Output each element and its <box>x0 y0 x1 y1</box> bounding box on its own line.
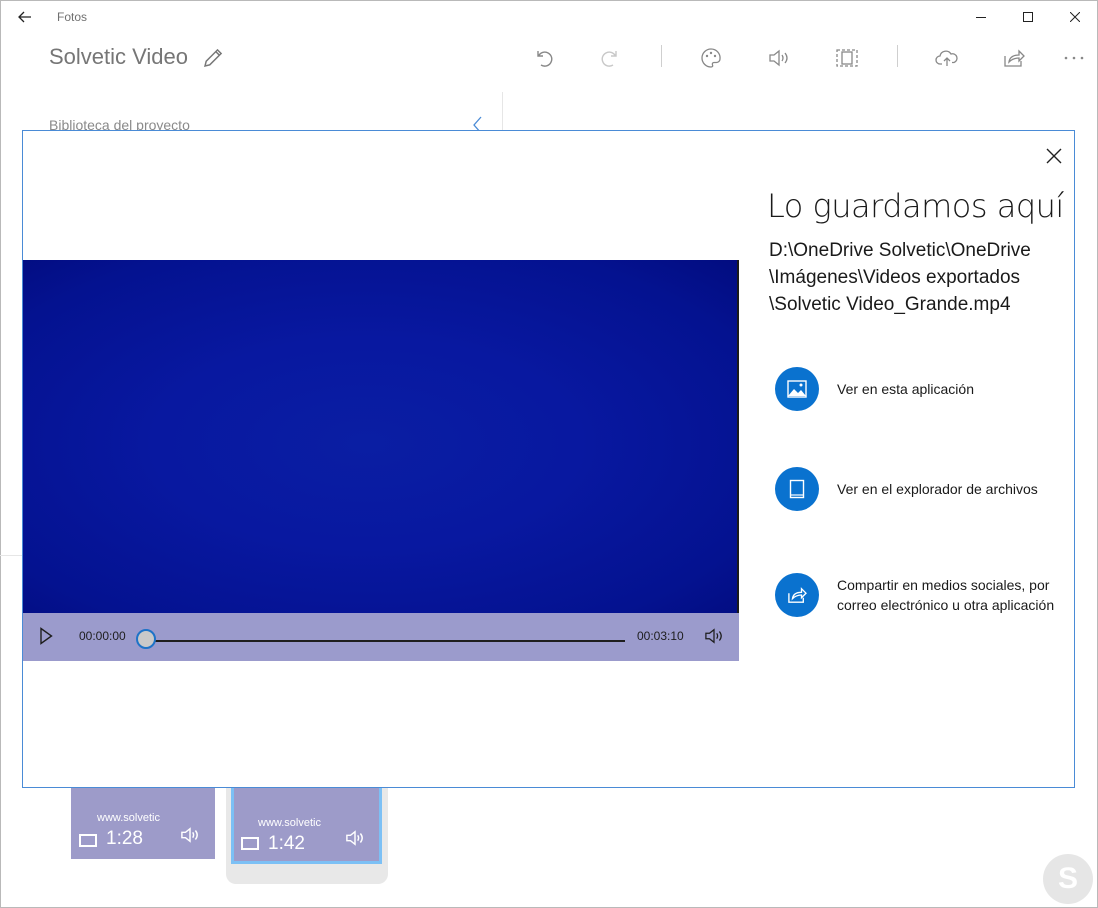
back-arrow-icon <box>18 11 31 23</box>
pencil-icon <box>203 48 223 68</box>
back-button[interactable] <box>12 5 38 29</box>
close-dialog-button[interactable] <box>1041 143 1067 169</box>
rename-button[interactable] <box>201 46 225 70</box>
aspect-ratio-button[interactable] <box>833 44 861 72</box>
toolbar-divider <box>661 45 662 67</box>
view-in-app-action[interactable]: Ver en esta aplicación <box>775 367 1057 411</box>
player-controls: 00:00:00 00:03:10 <box>23 613 739 661</box>
watermark-logo: S <box>1043 854 1093 904</box>
view-in-app-icon-circle <box>775 367 819 411</box>
play-button[interactable] <box>39 627 53 650</box>
cloud-upload-icon <box>935 50 958 66</box>
path-line: \Imágenes\Videos exportados <box>769 267 1021 288</box>
aspect-ratio-icon <box>836 49 858 67</box>
film-icon <box>241 837 259 850</box>
action-label: Ver en esta aplicación <box>837 381 974 397</box>
maximize-icon <box>1023 12 1033 22</box>
thumbnail-url-text: www.solvetic <box>97 812 160 824</box>
speaker-icon <box>705 628 722 644</box>
panel-divider <box>502 92 503 132</box>
share-icon-circle <box>775 573 819 617</box>
share-icon <box>1004 49 1025 67</box>
speaker-icon <box>346 830 363 846</box>
thumbnail-url-text: www.solvetic <box>258 817 321 829</box>
export-button[interactable] <box>933 44 961 72</box>
title-bar: Fotos <box>0 0 1098 34</box>
theme-button[interactable] <box>697 44 725 72</box>
share-button[interactable] <box>1000 44 1028 72</box>
maximize-button[interactable] <box>1005 0 1051 34</box>
total-time: 00:03:10 <box>637 629 684 643</box>
volume-button[interactable] <box>703 627 725 650</box>
view-in-explorer-action[interactable]: Ver en el explorador de archivos <box>775 467 1057 511</box>
clip-duration: 1:42 <box>268 833 305 854</box>
close-window-button[interactable] <box>1052 0 1098 34</box>
video-preview[interactable] <box>23 260 739 613</box>
seek-thumb[interactable] <box>136 629 156 649</box>
play-icon <box>40 627 53 645</box>
file-explorer-icon <box>789 479 805 499</box>
speaker-icon <box>769 49 788 67</box>
dialog-heading: Lo guardamos aquí <box>767 187 1064 225</box>
more-options-button[interactable] <box>1060 44 1088 72</box>
share-icon <box>788 587 807 603</box>
redo-button[interactable] <box>597 44 625 72</box>
undo-icon <box>537 51 553 67</box>
undo-button[interactable] <box>529 44 557 72</box>
current-time: 00:00:00 <box>79 629 126 643</box>
app-name: Fotos <box>57 10 88 24</box>
clip-duration: 1:28 <box>106 828 143 849</box>
audio-button[interactable] <box>765 44 793 72</box>
ellipsis-icon <box>1064 56 1084 60</box>
image-icon <box>787 380 807 398</box>
toolbar-divider <box>897 45 898 67</box>
seek-bar[interactable] <box>147 640 625 642</box>
path-line: \Solvetic Video_Grande.mp4 <box>769 294 1011 315</box>
palette-icon <box>701 48 721 68</box>
redo-icon <box>601 51 617 67</box>
saved-file-path: D:\OneDrive Solvetic\OneDrive \Imágenes\… <box>769 237 1069 318</box>
close-icon <box>1046 148 1062 164</box>
action-label: Ver en el explorador de archivos <box>837 481 1038 497</box>
minimize-icon <box>976 17 986 18</box>
video-edge <box>737 260 739 660</box>
path-line: D:\OneDrive Solvetic\OneDrive <box>769 240 1031 261</box>
film-icon <box>79 834 97 847</box>
share-action[interactable]: Compartir en medios sociales, por correo… <box>775 573 1057 617</box>
action-label: Compartir en medios sociales, por correo… <box>837 577 1055 613</box>
speaker-icon <box>181 827 198 843</box>
export-complete-dialog: 00:00:00 00:03:10 Lo guardamos aquí D:\O… <box>22 130 1075 788</box>
close-icon <box>1070 12 1080 22</box>
view-in-explorer-icon-circle <box>775 467 819 511</box>
project-title: Solvetic Video <box>49 44 189 69</box>
panel-divider <box>0 555 22 556</box>
minimize-button[interactable] <box>958 0 1004 34</box>
